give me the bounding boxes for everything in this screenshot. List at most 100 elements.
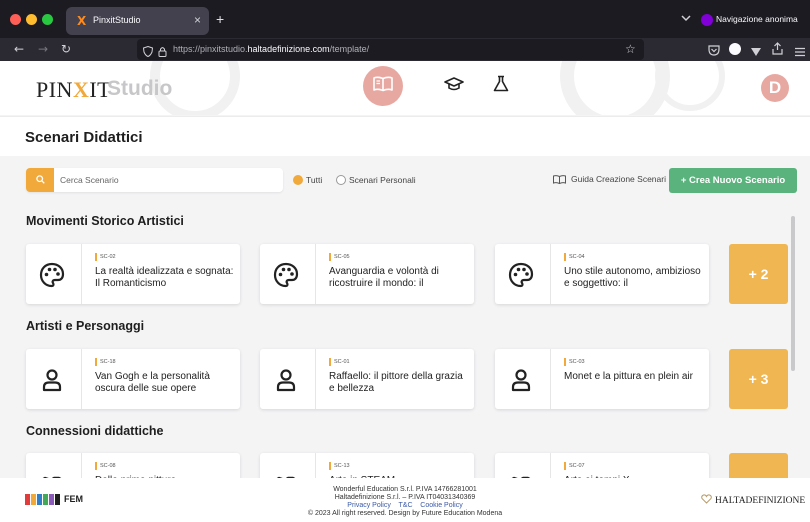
logo-studio: Studio bbox=[107, 77, 173, 100]
extension-v-icon[interactable] bbox=[750, 44, 762, 62]
palette-icon bbox=[507, 261, 535, 289]
scenario-card[interactable]: SC-01 Raffaello: il pittore della grazia… bbox=[260, 349, 474, 409]
privacy-link[interactable]: Privacy Policy bbox=[347, 502, 391, 509]
card-code: SC-08 bbox=[95, 462, 116, 470]
scenario-card[interactable]: SC-04 Uno stile autonomo, ambizioso e so… bbox=[495, 244, 709, 304]
shield-icon[interactable] bbox=[142, 44, 154, 62]
haltadefinizione-text: HALTADEFINIZIONE bbox=[715, 495, 806, 506]
section-title: Connessioni didattiche bbox=[26, 424, 164, 438]
person-icon bbox=[507, 366, 535, 394]
site-footer: FEM Wonderful Education S.r.l. P.IVA 147… bbox=[0, 478, 810, 522]
list-tabs-chevron-icon[interactable] bbox=[681, 14, 691, 24]
url-prefix: https://pinxitstudio. bbox=[173, 44, 248, 54]
share-icon[interactable] bbox=[772, 42, 783, 60]
title-bar: Scenari Didattici bbox=[0, 116, 810, 156]
card-divider bbox=[550, 244, 551, 304]
search-input[interactable] bbox=[60, 172, 275, 188]
person-icon bbox=[38, 366, 66, 394]
forward-icon[interactable]: → bbox=[38, 42, 48, 56]
browser-nav-bar: ← → ↻ https://pinxitstudio.haltadefinizi… bbox=[0, 38, 810, 61]
new-tab-button[interactable]: + bbox=[216, 12, 224, 26]
radio-personal-label[interactable]: Scenari Personali bbox=[349, 175, 416, 185]
close-window-button[interactable] bbox=[10, 14, 21, 25]
more-scenarios-tile[interactable]: + 2 bbox=[729, 244, 788, 304]
flask-icon bbox=[493, 75, 509, 97]
palette-icon bbox=[38, 261, 66, 289]
user-avatar[interactable]: D bbox=[761, 74, 789, 102]
maximize-window-button[interactable] bbox=[42, 14, 53, 25]
card-divider bbox=[315, 244, 316, 304]
card-title: Avanguardia e volontà di ricostruire il … bbox=[329, 266, 439, 289]
url-bar[interactable]: https://pinxitstudio.haltadefinizione.co… bbox=[137, 39, 644, 60]
scenario-card[interactable]: SC-03 Monet e la pittura en plein air bbox=[495, 349, 709, 409]
reload-icon[interactable]: ↻ bbox=[61, 42, 71, 56]
back-icon[interactable]: ← bbox=[14, 42, 24, 56]
card-code: SC-02 bbox=[95, 253, 116, 261]
card-code: SC-18 bbox=[95, 358, 116, 366]
heart-icon bbox=[701, 494, 712, 507]
card-code: SC-05 bbox=[329, 253, 350, 261]
site-header: PINXIT Studio D bbox=[0, 61, 810, 115]
page-title: Scenari Didattici bbox=[25, 129, 143, 146]
card-title: Monet e la pittura en plein air bbox=[564, 371, 693, 382]
pinxit-favicon-icon: X bbox=[77, 14, 87, 28]
card-code: SC-04 bbox=[564, 253, 585, 261]
url-text: https://pinxitstudio.haltadefinizione.co… bbox=[173, 44, 369, 54]
browser-tab-bar: X PinxitStudio × + Navigazione anonima bbox=[0, 0, 810, 38]
card-divider bbox=[81, 349, 82, 409]
card-divider bbox=[315, 349, 316, 409]
cookie-link[interactable]: Cookie Policy bbox=[420, 502, 462, 509]
open-book-icon bbox=[553, 174, 566, 184]
section-title: Movimenti Storico Artistici bbox=[26, 214, 184, 228]
lock-icon[interactable] bbox=[158, 44, 167, 62]
person-icon bbox=[272, 366, 300, 394]
nav-lab-button[interactable] bbox=[481, 66, 521, 106]
scenario-card[interactable]: SC-18 Van Gogh e la personalità oscura d… bbox=[26, 349, 240, 409]
footer-links: Privacy Policy T&C Cookie Policy bbox=[0, 502, 810, 510]
radio-personal[interactable] bbox=[336, 175, 346, 185]
guide-label: Guida Creazione Scenari bbox=[571, 174, 666, 184]
scenario-card[interactable]: SC-05 Avanguardia e volontà di ricostrui… bbox=[260, 244, 474, 304]
footer-company-line: Haltadefinizione S.r.l. – P.IVA IT040313… bbox=[334, 494, 476, 501]
book-icon bbox=[373, 76, 393, 97]
tab-close-icon[interactable]: × bbox=[194, 13, 201, 27]
page-scrollbar[interactable] bbox=[791, 216, 795, 371]
more-scenarios-tile[interactable]: + 3 bbox=[729, 349, 788, 409]
card-code: SC-01 bbox=[329, 358, 350, 366]
card-title: La realtà idealizzata e sognata: Il Roma… bbox=[95, 266, 234, 289]
card-code: SC-03 bbox=[564, 358, 585, 366]
browser-tab[interactable]: X PinxitStudio × bbox=[66, 7, 209, 35]
private-browsing-label: Navigazione anonima bbox=[716, 14, 798, 24]
radio-all[interactable] bbox=[293, 175, 303, 185]
create-scenario-button[interactable]: + Crea Nuovo Scenario bbox=[669, 168, 797, 193]
search-icon bbox=[35, 171, 45, 189]
url-host: haltadefinizione.com bbox=[247, 44, 330, 54]
card-code: SC-13 bbox=[329, 462, 350, 470]
palette-icon bbox=[272, 261, 300, 289]
search-button[interactable] bbox=[26, 168, 54, 192]
web-page: PINXIT Studio D Scenari Didattici Cerca … bbox=[0, 61, 810, 522]
url-path: /template/ bbox=[329, 44, 370, 54]
graduation-cap-icon bbox=[444, 76, 464, 97]
guide-link[interactable]: Guida Creazione Scenari bbox=[553, 174, 666, 184]
logo-text-pin: PIN bbox=[36, 77, 73, 102]
card-title: Van Gogh e la personalità oscura delle s… bbox=[95, 371, 210, 394]
scenario-card[interactable]: SC-02 La realtà idealizzata e sognata: I… bbox=[26, 244, 240, 304]
tc-link[interactable]: T&C bbox=[399, 502, 413, 509]
section-title: Artisti e Personaggi bbox=[26, 319, 145, 333]
pinxit-logo[interactable]: PINXIT bbox=[36, 77, 111, 103]
footer-copyright: © 2023 All right reserved. Design by Fut… bbox=[307, 510, 503, 517]
logo-text-x: X bbox=[72, 77, 90, 102]
card-title: Uno stile autonomo, ambizioso e soggetti… bbox=[564, 266, 701, 289]
radio-all-label[interactable]: Tutti bbox=[306, 175, 322, 185]
pocket-icon[interactable] bbox=[708, 43, 720, 61]
minimize-window-button[interactable] bbox=[26, 14, 37, 25]
nav-education-button[interactable] bbox=[434, 66, 474, 106]
haltadefinizione-logo: HALTADEFINIZIONE bbox=[701, 494, 805, 507]
decorative-circle bbox=[655, 61, 725, 111]
nav-scenarios-button[interactable] bbox=[363, 66, 403, 106]
bookmark-star-icon[interactable]: ☆ bbox=[625, 42, 636, 56]
card-divider bbox=[550, 349, 551, 409]
extension-icon[interactable] bbox=[729, 43, 741, 55]
menu-icon[interactable] bbox=[795, 44, 805, 62]
